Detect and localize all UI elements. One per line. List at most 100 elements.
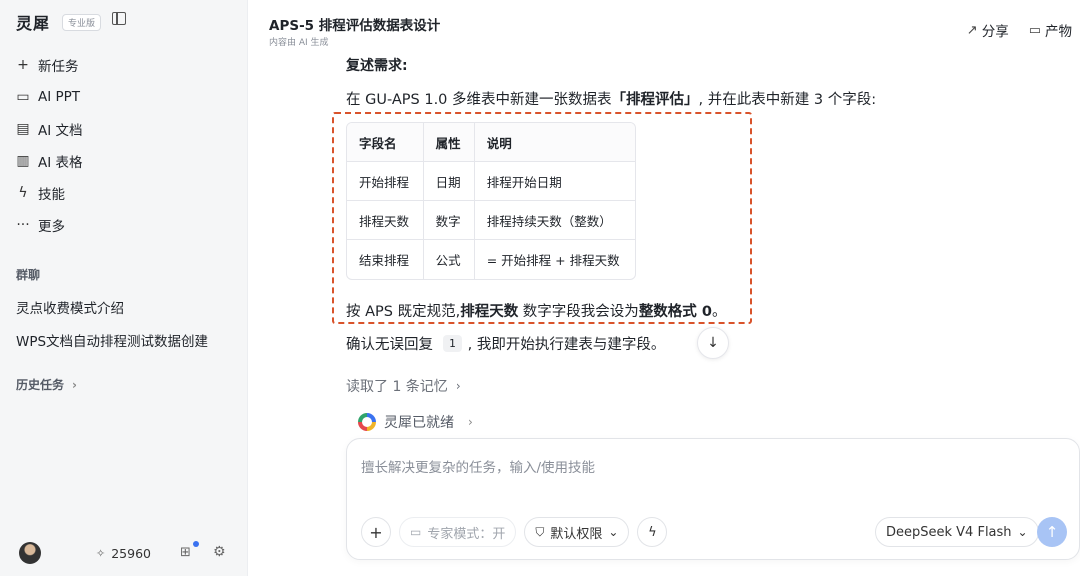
share-icon: ↗ [966,22,978,38]
confirm-text-end: , 我即开始执行建表与建字段。 [467,337,666,353]
table-cell: 数字 [423,201,475,240]
note-text-end: 。 [711,304,727,320]
table-cell: 排程天数 [347,201,424,240]
box-icon: ▭ [1028,22,1041,38]
model-selector[interactable]: DeepSeek V4 Flash ⌄ [875,517,1039,547]
field-table: 字段名 属性 说明 开始排程 日期 排程开始日期 排程天数 数字 排程持续天数（… [346,122,636,280]
table-cell: 排程开始日期 [474,162,635,201]
sidebar-footer: ✧ 25960 ⊞ ⚙ [0,538,248,568]
artifacts-button[interactable]: ▭ 产物 [1028,20,1072,41]
chevron-right-icon: › [72,377,77,392]
permission-dropdown[interactable]: ⛉ 默认权限 ⌄ [524,517,630,547]
table-cell: 公式 [424,240,475,279]
table-row: 结束排程 公式 = 开始排程 + 排程天数 [347,240,635,279]
table-cell: = 开始排程 + 排程天数 [486,253,620,268]
note-text: 按 APS 既定规范, [346,304,461,320]
shield-icon: ⛉ [535,524,545,539]
plan-badge: 专业版 [62,13,102,31]
nav-label: AI PPT [38,89,81,105]
share-button[interactable]: ↗ 分享 [966,20,1009,41]
nav-label: 新任务 [38,59,79,75]
send-button[interactable]: ↑ [1037,517,1067,547]
message-intro: 在 GU-APS 1.0 多维表中新建一张数据表「排程评估」, 并在此表中新建 … [346,88,876,109]
intro-text: 在 GU-APS 1.0 多维表中新建一张数据表 [346,92,612,108]
plus-icon: + [17,57,29,73]
nav-skills[interactable]: ϟ 技能 [16,177,236,209]
nav-more[interactable]: ··· 更多 [16,209,236,241]
arrow-down-icon: ↓ [707,335,719,351]
sidebar: 灵犀 专业版 + 新任务 ▭ AI PPT ▤ AI 文档 ▥ AI 表格 ϟ … [0,0,248,576]
table-cell: 排程持续天数（整数） [474,201,635,240]
document-icon: ▤ [16,121,30,137]
prompt-input[interactable]: 擅长解决更复杂的任务，输入/使用技能 [361,456,595,476]
expert-mode-toggle[interactable]: ▭ 专家模式：开 [399,517,517,547]
nav-ai-ppt[interactable]: ▭ AI PPT [16,81,236,113]
chevron-right-icon: › [468,415,473,429]
scroll-down-button[interactable]: ↓ [697,327,729,359]
composer-toolbar: + ▭ 专家模式：开 ⛉ 默认权限 ⌄ ϟ [361,517,668,547]
nav-ai-sheet[interactable]: ▥ AI 表格 [16,145,236,177]
artifacts-label: 产物 [1045,24,1072,40]
lightning-icon: ϟ [648,524,657,540]
header-actions: ↗ 分享 ▭ 产物 [966,20,1072,41]
arrow-up-icon: ↑ [1045,523,1059,541]
credits-counter[interactable]: ✧ 25960 [96,542,151,564]
lightning-icon: ϟ [18,185,28,201]
agent-status-label: 灵犀已就绪 [384,415,454,431]
nav-label: 更多 [38,219,65,235]
expert-mode-label: 专家模式：开 [427,526,506,542]
plus-icon: + [369,522,383,542]
group-chat-item[interactable]: WPS文档自动排程测试数据创建 [16,330,208,350]
brand-name: 灵犀 [16,14,51,33]
sidebar-nav: + 新任务 ▭ AI PPT ▤ AI 文档 ▥ AI 表格 ϟ 技能 ··· … [16,49,236,241]
presentation-icon: ▭ [16,89,30,105]
nav-label: AI 表格 [38,155,83,171]
chevron-down-icon: ⌄ [1017,525,1028,539]
intro-table-name: 「排程评估」 [611,92,699,108]
gear-icon[interactable]: ⚙ [213,544,226,560]
history-title: 历史任务 [16,378,65,392]
group-chat-item[interactable]: 灵点收费模式介绍 [16,297,124,317]
bar-chart-icon: ▥ [16,153,30,169]
sidebar-toggle-icon[interactable] [112,12,126,25]
message-note: 按 APS 既定规范,排程天数 数字字段我会设为整数格式 0。 [346,300,726,321]
nav-label: AI 文档 [38,123,83,139]
table-row: 开始排程 日期 排程开始日期 [347,162,635,201]
nav-ai-doc[interactable]: ▤ AI 文档 [16,113,236,145]
nav-label: 技能 [38,187,65,203]
page-title: APS-5 排程评估数据表设计 [269,18,441,34]
history-tasks[interactable]: 历史任务 › [16,376,77,393]
share-label: 分享 [981,24,1009,40]
more-icon: ··· [16,217,30,233]
notification-dot [193,541,199,547]
table-header-cell: 属性 [423,123,475,162]
group-chat-title: 群聊 [16,268,41,282]
table-cell: 结束排程 [347,240,424,279]
message-heading: 复述需求: [346,58,408,74]
agent-status[interactable]: 灵犀已就绪 › [358,412,473,432]
memory-label: 读取了 1 条记忆 [346,379,448,395]
sparkle-icon: ✧ [96,546,106,560]
table-row: 排程天数 数字 排程持续天数（整数） [347,201,635,240]
composer: 擅长解决更复杂的任务，输入/使用技能 + ▭ 专家模式：开 ⛉ 默认权限 ⌄ ϟ… [346,438,1080,560]
model-label: DeepSeek V4 Flash [886,524,1012,540]
note-field-name: 排程天数 [460,304,519,320]
skills-button[interactable]: ϟ [637,517,668,547]
attach-button[interactable]: + [361,517,391,547]
confirm-code: 1 [443,335,462,352]
permission-label: 默认权限 [550,526,603,542]
brand[interactable]: 灵犀 专业版 [16,10,102,34]
gift-icon[interactable]: ⊞ [180,545,191,560]
ai-generated-note: 内容由 AI 生成 [269,38,329,48]
memory-read-toggle[interactable]: 读取了 1 条记忆 › [346,376,461,396]
note-text-mid: 数字字段我会设为 [518,304,639,320]
table-header-cell: 说明 [474,123,635,162]
intro-text-end: , 并在此表中新建 3 个字段: [698,92,877,108]
avatar[interactable] [19,542,41,564]
chevron-down-icon: ⌄ [608,525,619,539]
message-confirm: 确认无误回复 1 , 我即开始执行建表与建字段。 [346,333,665,354]
credits-value: 25960 [111,545,151,561]
table-cell: 开始排程 [347,162,424,201]
lingxi-logo-icon [358,413,376,431]
nav-new-task[interactable]: + 新任务 [16,49,236,81]
